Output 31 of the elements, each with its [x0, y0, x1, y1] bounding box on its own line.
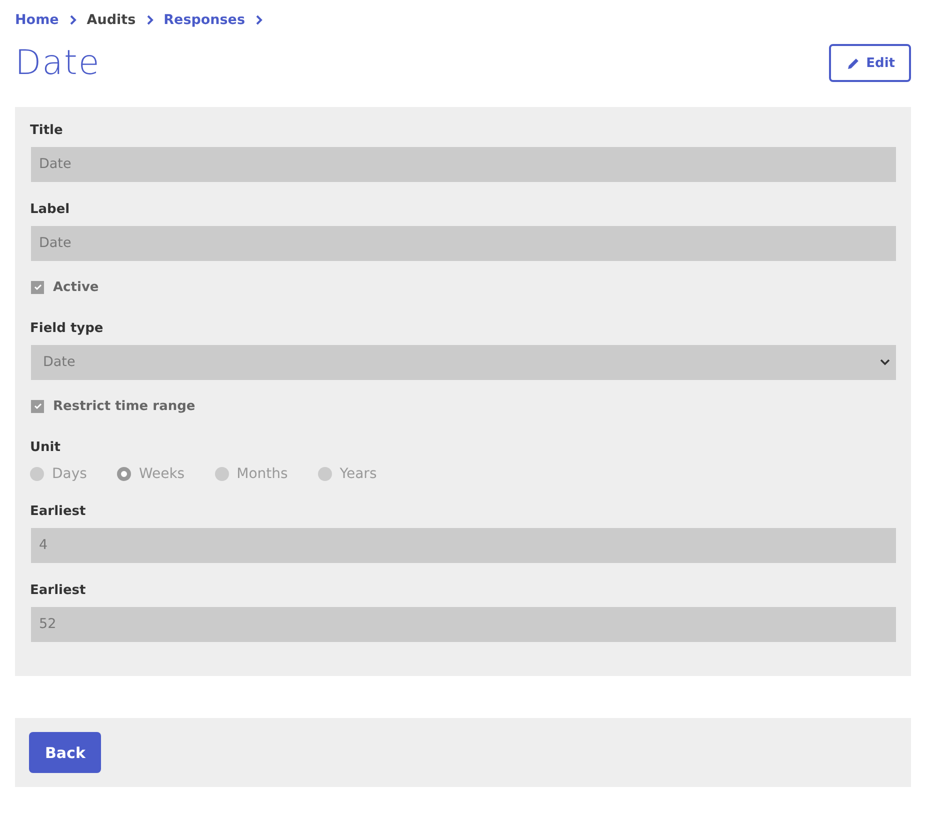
- checkbox-label: Restrict time range: [53, 398, 196, 414]
- back-button[interactable]: Back: [29, 732, 102, 773]
- checkbox-label: Active: [53, 280, 99, 294]
- checkbox[interactable]: [31, 400, 44, 412]
- breadcrumb-link[interactable]: Audits: [86, 12, 136, 28]
- caret-icon: [880, 359, 890, 366]
- radio-button[interactable]: [318, 467, 332, 481]
- radio-label: Months: [236, 466, 288, 482]
- field-label: Earliest: [30, 503, 87, 521]
- radio-label: Years: [340, 466, 377, 482]
- radio-button[interactable]: [214, 467, 229, 481]
- check-icon: [34, 402, 42, 410]
- breadcrumb-link[interactable]: Home: [15, 12, 59, 28]
- field-label: Title: [30, 122, 64, 140]
- checkbox[interactable]: [31, 280, 44, 294]
- chevron-icon: [146, 14, 154, 26]
- edit-button[interactable]: Edit: [829, 44, 911, 82]
- chevron-icon: [255, 14, 264, 26]
- field-label: Label: [30, 201, 71, 219]
- radio-button[interactable]: [116, 467, 131, 481]
- breadcrumb-link[interactable]: Responses: [164, 12, 246, 28]
- field-label: Field type: [30, 320, 104, 338]
- check-icon: [34, 283, 42, 291]
- page-title: Date: [15, 43, 100, 83]
- field-label: Unit: [30, 439, 62, 457]
- chevron-icon: [68, 14, 77, 26]
- field-label: Earliest: [30, 582, 87, 600]
- pencil-icon: [847, 56, 860, 70]
- radio-button[interactable]: [30, 467, 44, 481]
- radio-label: Weeks: [138, 466, 185, 482]
- radio-label: Days: [52, 466, 87, 482]
